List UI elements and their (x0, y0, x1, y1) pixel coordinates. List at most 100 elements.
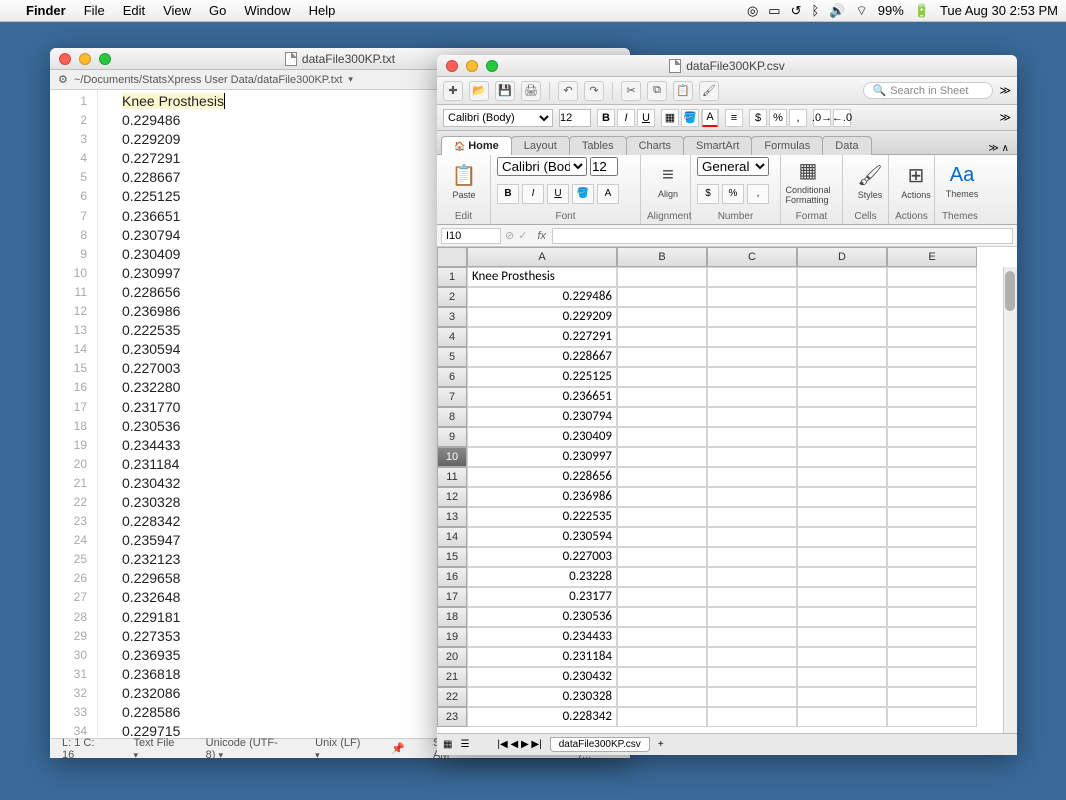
cell[interactable] (707, 347, 797, 367)
row-header[interactable]: 6 (437, 367, 467, 387)
cell[interactable] (617, 707, 707, 727)
row-header[interactable]: 1 (437, 267, 467, 287)
cell[interactable] (707, 647, 797, 667)
cell[interactable] (707, 607, 797, 627)
cell[interactable] (797, 547, 887, 567)
display-icon[interactable]: ▭ (768, 3, 780, 19)
cell[interactable] (887, 627, 977, 647)
menubar-app[interactable]: Finder (26, 3, 66, 18)
cell[interactable] (887, 687, 977, 707)
cell[interactable] (887, 587, 977, 607)
cell[interactable]: 0.229209 (467, 307, 617, 327)
accept-icon[interactable]: ✓ (514, 229, 531, 242)
cell[interactable] (617, 607, 707, 627)
fontsize-input[interactable] (559, 109, 591, 127)
cell[interactable]: 0.230794 (467, 407, 617, 427)
menu-file[interactable]: File (84, 3, 105, 18)
formula-input[interactable] (552, 228, 1013, 244)
minimize-button[interactable] (466, 60, 478, 72)
cell[interactable]: 0.228342 (467, 707, 617, 727)
cell[interactable] (887, 707, 977, 727)
spreadsheet-grid[interactable]: ABCDE1Knee Prosthesis20.22948630.2292094… (437, 247, 1017, 733)
align-left-icon[interactable]: ≡ (725, 109, 743, 127)
italic-button[interactable]: I (617, 109, 635, 127)
line-ending[interactable]: Unix (LF) ▾ (315, 737, 363, 759)
ribbon-font-select[interactable]: Calibri (Body) (497, 157, 587, 176)
cell[interactable]: 0.23177 (467, 587, 617, 607)
cell[interactable] (887, 327, 977, 347)
cell[interactable]: 0.227291 (467, 327, 617, 347)
cell[interactable] (617, 407, 707, 427)
cell[interactable] (707, 267, 797, 287)
row-header[interactable]: 18 (437, 607, 467, 627)
cell[interactable] (707, 547, 797, 567)
menu-window[interactable]: Window (244, 3, 290, 18)
cell[interactable] (797, 327, 887, 347)
cell[interactable]: 0.230328 (467, 687, 617, 707)
copy-icon[interactable]: ⧉ (647, 81, 667, 101)
font-select[interactable]: Calibri (Body) (443, 109, 553, 127)
row-header[interactable]: 14 (437, 527, 467, 547)
cell[interactable] (617, 567, 707, 587)
cell[interactable] (887, 647, 977, 667)
close-button[interactable] (59, 53, 71, 65)
scrollbar-thumb[interactable] (1005, 271, 1015, 311)
ribbon-fontcolor[interactable]: A (597, 184, 619, 204)
row-header[interactable]: 16 (437, 567, 467, 587)
cell[interactable] (617, 347, 707, 367)
cell[interactable] (707, 587, 797, 607)
cell[interactable] (617, 307, 707, 327)
cell[interactable] (707, 287, 797, 307)
comma-icon[interactable]: , (789, 109, 807, 127)
cell[interactable] (617, 287, 707, 307)
cell[interactable] (797, 587, 887, 607)
underline-button[interactable]: U (637, 109, 655, 127)
cell[interactable] (617, 487, 707, 507)
cell[interactable] (797, 347, 887, 367)
row-header[interactable]: 3 (437, 307, 467, 327)
row-header[interactable]: 8 (437, 407, 467, 427)
menu-edit[interactable]: Edit (123, 3, 145, 18)
col-header[interactable]: C (707, 247, 797, 267)
cell[interactable] (707, 307, 797, 327)
cell[interactable] (797, 507, 887, 527)
cancel-icon[interactable]: ⊘ (505, 229, 514, 242)
col-header[interactable]: D (797, 247, 887, 267)
tab-charts[interactable]: Charts (626, 136, 684, 155)
cell[interactable] (797, 387, 887, 407)
cell[interactable]: 0.234433 (467, 627, 617, 647)
cell[interactable] (887, 607, 977, 627)
menu-help[interactable]: Help (309, 3, 336, 18)
row-header[interactable]: 21 (437, 667, 467, 687)
cell[interactable] (707, 707, 797, 727)
cell[interactable]: 0.230409 (467, 427, 617, 447)
cell[interactable] (707, 567, 797, 587)
cell[interactable] (617, 527, 707, 547)
cell[interactable] (707, 687, 797, 707)
encoding[interactable]: Unicode (UTF-8) ▾ (206, 737, 288, 759)
tab-layout[interactable]: Layout (511, 136, 570, 155)
cell[interactable]: 0.225125 (467, 367, 617, 387)
row-header[interactable]: 12 (437, 487, 467, 507)
cell[interactable] (797, 367, 887, 387)
close-button[interactable] (446, 60, 458, 72)
wifi-icon[interactable]: ⌔ (856, 3, 868, 19)
search-input[interactable]: 🔍 Search in Sheet (863, 82, 993, 99)
themes-button[interactable]: AaThemes (941, 157, 983, 205)
dropdown-icon[interactable]: ▾ (348, 74, 353, 85)
percent-icon[interactable]: % (769, 109, 787, 127)
cell[interactable] (617, 667, 707, 687)
cell[interactable]: 0.236986 (467, 487, 617, 507)
cell[interactable] (617, 447, 707, 467)
add-sheet-icon[interactable]: + (658, 739, 664, 750)
open-icon[interactable]: 📂 (469, 81, 489, 101)
save-icon[interactable]: 💾 (495, 81, 515, 101)
sheet-tab[interactable]: dataFile300KP.csv (550, 737, 650, 752)
cell[interactable] (887, 367, 977, 387)
cell[interactable] (797, 287, 887, 307)
cell[interactable]: 0.231184 (467, 647, 617, 667)
cell[interactable] (707, 327, 797, 347)
cell[interactable]: 0.228656 (467, 467, 617, 487)
toolbar-expand-icon[interactable]: ≫ (999, 84, 1011, 97)
cell[interactable] (887, 567, 977, 587)
